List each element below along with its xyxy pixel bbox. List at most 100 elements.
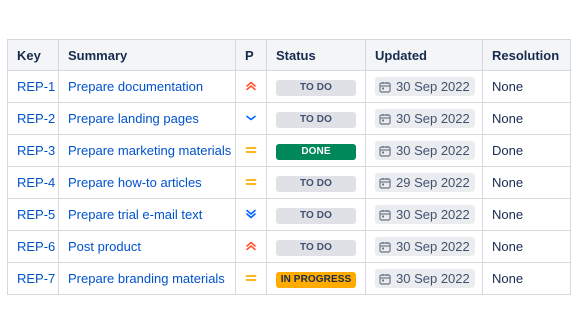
updated-date: 30 Sep 2022 — [375, 269, 475, 288]
column-header-summary[interactable]: Summary — [58, 39, 236, 71]
table-row: REP-5 Prepare trial e-mail text TO DO 30 Se… — [7, 198, 571, 231]
updated-date-text: 29 Sep 2022 — [396, 175, 470, 190]
updated-date: 30 Sep 2022 — [375, 205, 475, 224]
issue-key-cell: REP-7 — [7, 262, 59, 295]
priority-medium-icon — [243, 143, 259, 159]
issue-key-link[interactable]: REP-3 — [17, 143, 55, 158]
resolution-cell: None — [482, 230, 571, 263]
updated-cell: 30 Sep 2022 — [365, 102, 483, 135]
priority-cell — [235, 134, 267, 167]
resolution-cell: None — [482, 70, 571, 103]
status-badge: TO DO — [276, 111, 356, 128]
issue-summary-cell: Prepare documentation — [58, 70, 236, 103]
resolution-cell: Done — [482, 134, 571, 167]
issue-summary-cell: Prepare trial e-mail text — [58, 198, 236, 231]
updated-date-text: 30 Sep 2022 — [396, 239, 470, 254]
table-row: REP-1 Prepare documentation TO DO 30 Sep 20… — [7, 70, 571, 103]
calendar-icon — [379, 175, 396, 190]
issue-summary-link[interactable]: Post product — [68, 239, 141, 254]
updated-date: 30 Sep 2022 — [375, 237, 475, 256]
priority-cell — [235, 230, 267, 263]
issue-key-link[interactable]: REP-6 — [17, 239, 55, 254]
updated-date: 29 Sep 2022 — [375, 173, 475, 192]
issue-key-link[interactable]: REP-5 — [17, 207, 55, 222]
updated-date-text: 30 Sep 2022 — [396, 207, 470, 222]
updated-cell: 30 Sep 2022 — [365, 262, 483, 295]
status-badge: TO DO — [276, 79, 356, 96]
priority-medium-icon — [243, 271, 259, 287]
updated-cell: 30 Sep 2022 — [365, 134, 483, 167]
priority-low-icon — [243, 111, 259, 127]
calendar-icon — [379, 271, 396, 286]
status-badge: TO DO — [276, 207, 356, 224]
column-header-updated[interactable]: Updated — [365, 39, 483, 71]
status-cell: TO DO — [266, 230, 366, 263]
issue-summary-link[interactable]: Prepare trial e-mail text — [68, 207, 202, 222]
updated-date-text: 30 Sep 2022 — [396, 111, 470, 126]
status-cell: IN PROGRESS — [266, 262, 366, 295]
status-cell: TO DO — [266, 70, 366, 103]
issue-summary-cell: Prepare how-to articles — [58, 166, 236, 199]
issue-summary-link[interactable]: Prepare how-to articles — [68, 175, 202, 190]
table-row: REP-2 Prepare landing pages TO DO 30 Sep 20… — [7, 102, 571, 135]
issue-key-cell: REP-2 — [7, 102, 59, 135]
issue-summary-cell: Prepare branding materials — [58, 262, 236, 295]
status-cell: TO DO — [266, 198, 366, 231]
updated-cell: 29 Sep 2022 — [365, 166, 483, 199]
updated-cell: 30 Sep 2022 — [365, 198, 483, 231]
issue-summary-link[interactable]: Prepare marketing materials — [68, 143, 231, 158]
status-badge: TO DO — [276, 175, 356, 192]
issue-key-cell: REP-6 — [7, 230, 59, 263]
issue-summary-cell: Prepare marketing materials — [58, 134, 236, 167]
priority-cell — [235, 166, 267, 199]
issue-key-cell: REP-3 — [7, 134, 59, 167]
calendar-icon — [379, 143, 396, 158]
issue-key-link[interactable]: REP-1 — [17, 79, 55, 94]
updated-date-text: 30 Sep 2022 — [396, 271, 470, 286]
issue-key-link[interactable]: REP-2 — [17, 111, 55, 126]
priority-cell — [235, 198, 267, 231]
priority-cell — [235, 70, 267, 103]
resolution-cell: None — [482, 166, 571, 199]
updated-date: 30 Sep 2022 — [375, 77, 475, 96]
issue-summary-cell: Prepare landing pages — [58, 102, 236, 135]
table-header-row: Key Summary P Status Updated Resolution — [7, 39, 571, 71]
priority-medium-icon — [243, 175, 259, 191]
resolution-cell: None — [482, 102, 571, 135]
column-header-resolution[interactable]: Resolution — [482, 39, 571, 71]
priority-high-icon — [243, 79, 259, 95]
issues-table-container: Key Summary P Status Updated Resolution … — [7, 39, 571, 295]
status-badge: TO DO — [276, 239, 356, 256]
table-row: REP-3 Prepare marketing materials DONE 30 S… — [7, 134, 571, 167]
table-row: REP-6 Post product TO DO 30 Sep 2022 None — [7, 230, 571, 263]
updated-cell: 30 Sep 2022 — [365, 230, 483, 263]
issue-key-link[interactable]: REP-7 — [17, 271, 55, 286]
updated-date-text: 30 Sep 2022 — [396, 143, 470, 158]
issue-key-cell: REP-1 — [7, 70, 59, 103]
calendar-icon — [379, 79, 396, 94]
updated-date: 30 Sep 2022 — [375, 141, 475, 160]
table-row: REP-7 Prepare branding materials IN PROGRE… — [7, 262, 571, 295]
resolution-cell: None — [482, 262, 571, 295]
issue-key-link[interactable]: REP-4 — [17, 175, 55, 190]
status-cell: TO DO — [266, 102, 366, 135]
priority-high-icon — [243, 239, 259, 255]
status-cell: TO DO — [266, 166, 366, 199]
issue-summary-link[interactable]: Prepare branding materials — [68, 271, 225, 286]
status-cell: DONE — [266, 134, 366, 167]
priority-cell — [235, 102, 267, 135]
issues-table: Key Summary P Status Updated Resolution … — [7, 39, 571, 295]
updated-date: 30 Sep 2022 — [375, 109, 475, 128]
issue-summary-link[interactable]: Prepare landing pages — [68, 111, 199, 126]
status-badge: IN PROGRESS — [276, 271, 356, 288]
updated-date-text: 30 Sep 2022 — [396, 79, 470, 94]
column-header-priority[interactable]: P — [235, 39, 267, 71]
calendar-icon — [379, 207, 396, 222]
issue-summary-link[interactable]: Prepare documentation — [68, 79, 203, 94]
issue-summary-cell: Post product — [58, 230, 236, 263]
column-header-key[interactable]: Key — [7, 39, 59, 71]
column-header-status[interactable]: Status — [266, 39, 366, 71]
updated-cell: 30 Sep 2022 — [365, 70, 483, 103]
priority-cell — [235, 262, 267, 295]
status-badge: DONE — [276, 143, 356, 160]
